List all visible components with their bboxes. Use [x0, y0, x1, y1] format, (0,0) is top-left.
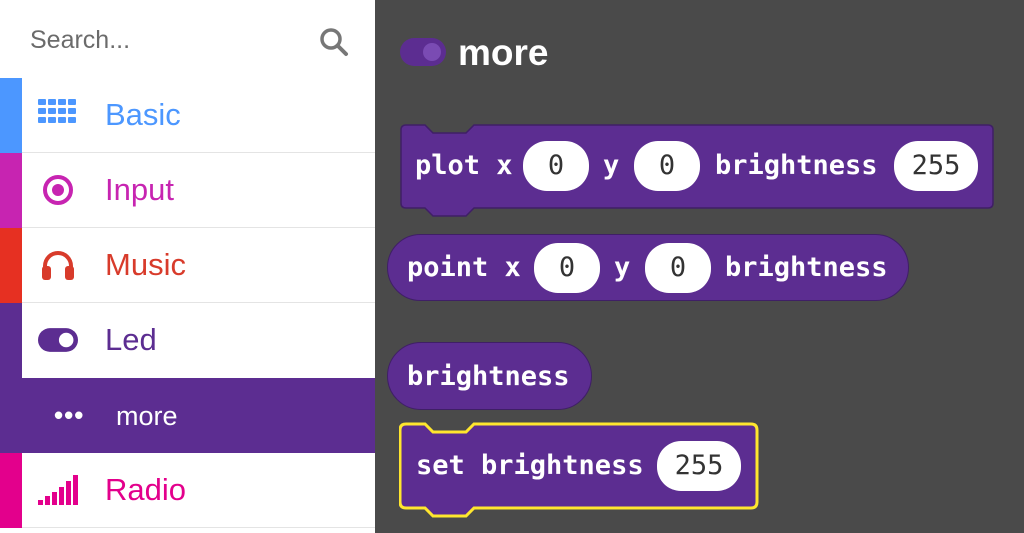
- plot-block[interactable]: plot x 0 y 0 brightness 255: [400, 124, 994, 220]
- category-basic[interactable]: Basic: [0, 78, 375, 153]
- plot-y-input[interactable]: 0: [634, 141, 700, 191]
- category-label-basic: Basic: [105, 97, 181, 132]
- brightness-reporter-block[interactable]: brightness: [387, 342, 592, 410]
- search-input[interactable]: [30, 22, 310, 58]
- toolbox-sidebar: Basic Input Music: [0, 0, 375, 533]
- point-brightness-label: brightness: [725, 252, 888, 283]
- category-color-stripe: [0, 378, 22, 453]
- subcategory-label-more: more: [116, 401, 178, 431]
- ellipsis-icon: •••: [54, 400, 85, 430]
- point-y-label: y: [614, 252, 631, 283]
- toggle-icon: [38, 322, 78, 358]
- set-brightness-block[interactable]: set brightness 255: [399, 421, 759, 521]
- category-color-stripe: [0, 228, 22, 303]
- point-x-input[interactable]: 0: [534, 243, 600, 293]
- plot-y-label: y: [603, 150, 620, 181]
- category-input[interactable]: Input: [0, 153, 375, 228]
- category-color-stripe: [0, 303, 22, 378]
- target-icon: [38, 172, 78, 208]
- category-color-stripe: [0, 78, 22, 153]
- category-label-radio: Radio: [105, 472, 186, 507]
- subcategory-more[interactable]: ••• more: [22, 378, 375, 453]
- point-x-label: point x: [407, 252, 521, 283]
- flyout-title: more: [458, 32, 549, 73]
- signal-bars-icon: [38, 472, 78, 508]
- category-color-stripe: [0, 453, 22, 528]
- point-reporter-block[interactable]: point x 0 y 0 brightness: [387, 234, 909, 301]
- category-led[interactable]: Led: [0, 303, 375, 378]
- divider: [22, 527, 375, 528]
- category-label-led: Led: [105, 322, 157, 357]
- blocks-workspace[interactable]: more plot x 0 y 0 brightness 255 point x…: [375, 0, 1024, 533]
- category-label-music: Music: [105, 247, 186, 282]
- search-icon[interactable]: [318, 26, 350, 58]
- headphones-icon: [38, 247, 78, 283]
- plot-x-input[interactable]: 0: [523, 141, 589, 191]
- category-label-input: Input: [105, 172, 174, 207]
- plot-x-label: plot x: [415, 150, 513, 181]
- point-y-input[interactable]: 0: [645, 243, 711, 293]
- category-radio[interactable]: Radio: [0, 453, 375, 528]
- plot-brightness-label: brightness: [715, 150, 878, 181]
- toggle-icon: [400, 38, 446, 66]
- category-color-stripe: [0, 153, 22, 228]
- brightness-label: brightness: [407, 361, 570, 392]
- plot-brightness-input[interactable]: 255: [894, 141, 978, 191]
- set-brightness-input[interactable]: 255: [657, 441, 741, 491]
- search-bar: [0, 0, 375, 78]
- set-brightness-label: set brightness: [416, 450, 644, 481]
- grid-icon: [38, 97, 78, 133]
- category-music[interactable]: Music: [0, 228, 375, 303]
